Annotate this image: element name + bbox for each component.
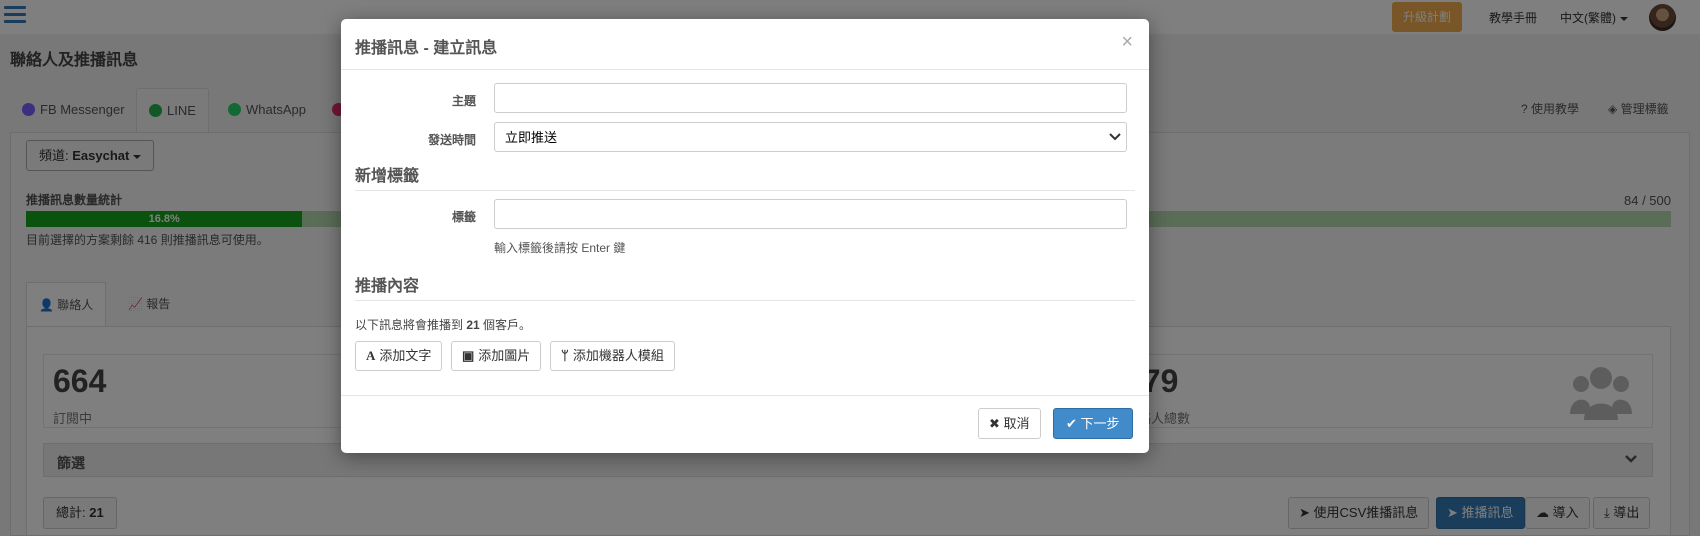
modal-footer: ✖ 取消 ✔ 下一步 bbox=[341, 395, 1149, 453]
cancel-button[interactable]: ✖ 取消 bbox=[978, 408, 1041, 439]
tag-label: 標籤 bbox=[451, 210, 476, 224]
modal-title: 推播訊息 - 建立訊息 bbox=[355, 40, 498, 57]
cancel-label: 取消 bbox=[1003, 416, 1030, 431]
check-icon: ✔ bbox=[1066, 416, 1077, 431]
recipients-count: 21 bbox=[466, 318, 480, 332]
image-icon: ▣ bbox=[462, 348, 475, 363]
create-broadcast-modal: 推播訊息 - 建立訊息 × 主題 發送時間 立即推送 新增標籤 標籤 輸入標籤後… bbox=[341, 19, 1149, 453]
subject-input[interactable] bbox=[494, 83, 1127, 113]
add-tag-heading: 新增標籤 bbox=[355, 168, 420, 185]
subject-label: 主題 bbox=[451, 94, 476, 108]
add-bot-module-label: 添加機器人模組 bbox=[572, 348, 664, 363]
tag-input[interactable] bbox=[494, 199, 1127, 229]
section-divider bbox=[355, 300, 1135, 301]
section-divider bbox=[355, 190, 1135, 191]
add-image-button[interactable]: ▣ 添加圖片 bbox=[451, 341, 542, 371]
broadcast-content-heading: 推播內容 bbox=[355, 278, 420, 295]
recipients-text: 以下訊息將會推播到 21 個客戶。 bbox=[355, 316, 531, 333]
close-icon[interactable]: × bbox=[1121, 31, 1133, 54]
send-time-select[interactable]: 立即推送 bbox=[494, 122, 1127, 152]
modal-header: 推播訊息 - 建立訊息 × bbox=[341, 19, 1149, 70]
tag-help-text: 輸入標籤後請按 Enter 鍵 bbox=[494, 241, 626, 255]
chevron-down-icon bbox=[1109, 133, 1121, 141]
add-image-label: 添加圖片 bbox=[478, 348, 531, 363]
close-icon: ✖ bbox=[989, 416, 1000, 431]
next-label: 下一步 bbox=[1080, 416, 1120, 431]
send-time-label: 發送時間 bbox=[427, 133, 476, 147]
add-text-button[interactable]: A 添加文字 bbox=[355, 341, 443, 371]
code-fork-icon: ᛘ bbox=[561, 348, 569, 363]
next-step-button[interactable]: ✔ 下一步 bbox=[1053, 408, 1133, 439]
font-icon: A bbox=[366, 348, 376, 363]
recipients-suffix: 個客戶。 bbox=[479, 318, 532, 332]
add-text-label: 添加文字 bbox=[379, 348, 432, 363]
recipients-prefix: 以下訊息將會推播到 bbox=[355, 318, 467, 332]
add-bot-module-button[interactable]: ᛘ 添加機器人模組 bbox=[550, 341, 675, 371]
